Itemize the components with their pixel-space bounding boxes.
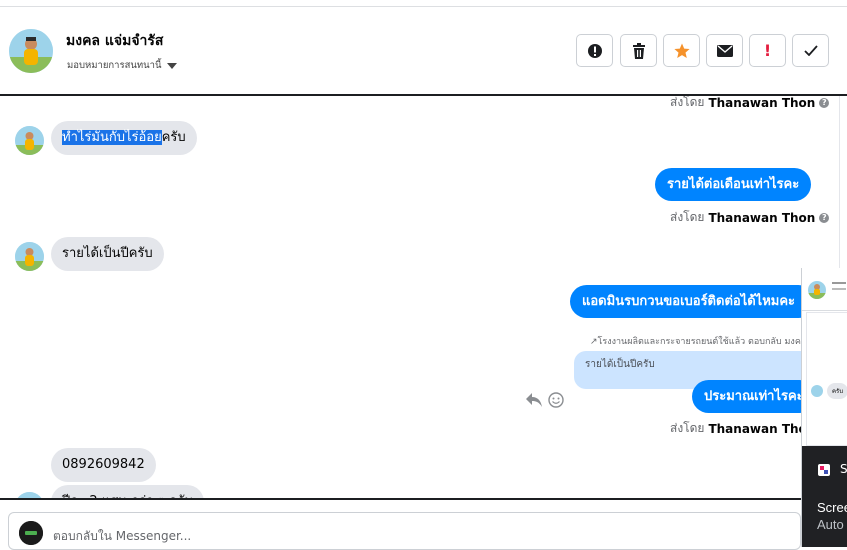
message-thread[interactable]: ส่งโดย Thanawan Thon? ทำไร่มันกับไร่อ้อยค… bbox=[0, 94, 847, 500]
star-icon bbox=[673, 43, 690, 58]
preview-avatar bbox=[808, 281, 826, 299]
contact-name: มงคล แจ่มจำรัส bbox=[66, 33, 164, 49]
follow-up-button[interactable]: ! bbox=[749, 34, 786, 67]
spam-icon bbox=[587, 43, 602, 58]
toast-line-1: Scree bbox=[817, 500, 847, 515]
check-icon bbox=[803, 45, 818, 56]
incoming-message[interactable]: 0892609842 bbox=[51, 448, 156, 482]
selected-text: ทำไร่มันกับไร่อ้อย bbox=[62, 130, 162, 145]
sent-by-label: ส่งโดยThanawan Thon? bbox=[670, 208, 830, 227]
outgoing-message[interactable]: รายได้ต่อเดือนเท่าไรคะ bbox=[655, 168, 812, 201]
contact-avatar[interactable] bbox=[9, 29, 53, 73]
assign-label: มอบหมายการสนทนานี้ bbox=[67, 60, 162, 71]
reply-context-label: ↗โรงงานผลิตและกระจายรถยนต์ใช้แล้ว ตอบกลั… bbox=[590, 337, 807, 347]
delete-button[interactable] bbox=[620, 34, 657, 67]
mark-done-button[interactable] bbox=[792, 34, 829, 67]
screenshot-app-icon bbox=[817, 462, 831, 476]
contact-avatar-small bbox=[15, 126, 44, 155]
page-avatar bbox=[19, 521, 43, 545]
star-button[interactable] bbox=[663, 34, 700, 67]
notification-toast[interactable]: S Scree Auto bbox=[802, 446, 847, 547]
reply-composer[interactable]: ตอบกลับใน Messenger... bbox=[8, 512, 801, 550]
mark-spam-button[interactable] bbox=[576, 34, 613, 67]
contact-avatar-small bbox=[15, 492, 44, 498]
toast-title: S bbox=[840, 462, 847, 476]
reply-icon[interactable] bbox=[526, 392, 542, 411]
outgoing-message[interactable]: แอดมินรบกวนขอเบอร์ติดต่อได้ไหมคะ bbox=[570, 285, 815, 318]
incoming-message[interactable]: ปีละ 2 แสน กว่า ๆ ครับ bbox=[51, 485, 204, 498]
trash-icon bbox=[632, 42, 645, 59]
assign-conversation-dropdown[interactable]: มอบหมายการสนทนานี้ bbox=[67, 58, 177, 73]
help-icon: ? bbox=[819, 212, 830, 223]
contact-avatar-small bbox=[15, 242, 44, 271]
preview-body: ครับ bbox=[806, 312, 847, 446]
mail-icon bbox=[716, 44, 733, 57]
help-icon: ? bbox=[819, 97, 830, 108]
preview-avatar-small bbox=[811, 385, 823, 397]
conversation-header: มงคล แจ่มจำรัส มอบหมายการสนทนานี้ ! bbox=[0, 7, 847, 93]
mark-unread-button[interactable] bbox=[706, 34, 743, 67]
outgoing-message[interactable]: ประมาณเท่าไรคะ bbox=[692, 380, 816, 413]
composer-placeholder: ตอบกลับใน Messenger... bbox=[53, 529, 192, 543]
incoming-message[interactable]: ทำไร่มันกับไร่อ้อยครับ bbox=[51, 121, 197, 155]
preview-header bbox=[802, 268, 847, 311]
follow-up-icon: ! bbox=[763, 41, 772, 60]
floating-preview-panel[interactable]: ครับ S Scree Auto bbox=[801, 268, 847, 547]
sent-by-label: ส่งโดยThanawan Thon? bbox=[670, 96, 830, 112]
preview-bubble: ครับ bbox=[827, 383, 847, 399]
incoming-message[interactable]: รายได้เป็นปีครับ bbox=[51, 237, 164, 271]
toast-line-2: Auto bbox=[817, 517, 844, 532]
react-emoji-icon[interactable] bbox=[548, 392, 564, 412]
caret-down-icon bbox=[166, 62, 177, 69]
